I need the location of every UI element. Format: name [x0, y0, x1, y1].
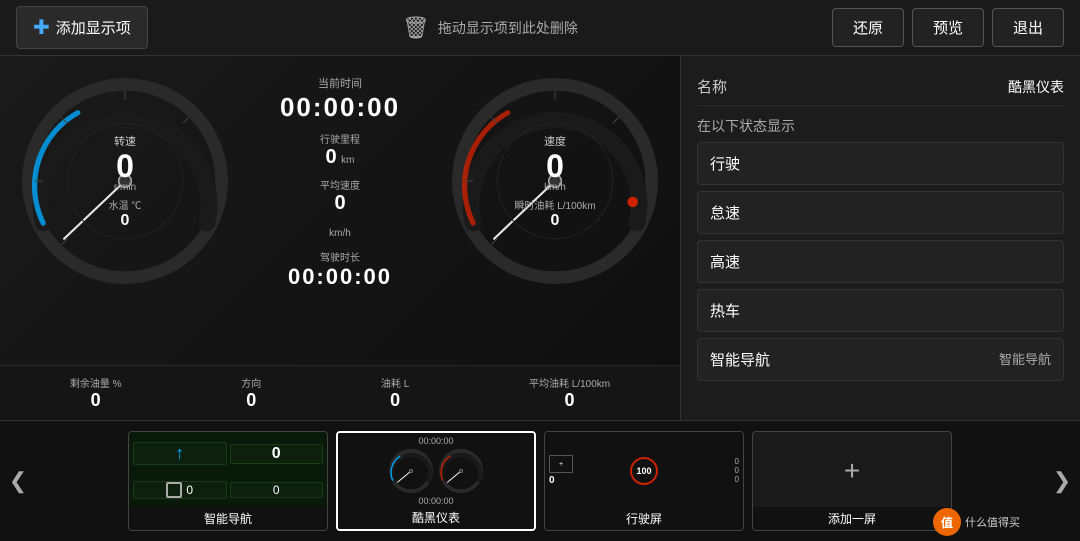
- water-temp-value: 0: [121, 212, 130, 229]
- mileage-value: 0: [326, 146, 337, 168]
- thumb-items: ↑ 0 0 0 智能导航 00:00:00: [36, 421, 1044, 540]
- add-screen-icon: +: [753, 432, 951, 510]
- top-buttons: 还原 预览 退出: [832, 8, 1064, 47]
- mileage-row: 行驶里程 0 km: [240, 131, 440, 169]
- mileage-unit: km: [341, 155, 354, 166]
- drive-time-label: 驾驶时长: [240, 249, 440, 264]
- avg-fuel-item: 平均油耗 L/100km 0: [529, 375, 610, 411]
- rpm-gauge: 转速 0 r/min 水温 ℃ 0: [20, 76, 230, 286]
- status-item-3[interactable]: 热车: [697, 289, 1064, 332]
- watermark-logo: 值: [933, 508, 961, 536]
- rpm-inner-text: 转速 0 r/min 水温 ℃ 0: [109, 132, 142, 230]
- delete-hint: 拖动显示项到此处删除: [438, 18, 578, 38]
- toolbar: ✚ 添加显示项 🗑 拖动显示项到此处删除 还原 预览 退出: [0, 0, 1080, 56]
- thumb-item-nav[interactable]: ↑ 0 0 0 智能导航: [128, 431, 328, 531]
- name-row: 名称 酷黑仪表: [697, 68, 1064, 106]
- avg-speed-value: 0: [334, 192, 345, 214]
- status-item-2[interactable]: 高速: [697, 240, 1064, 283]
- dashboard-panel: 当前时间 00:00:00 行驶里程 0 km 平均速度 0 km/h 驾驶时长: [0, 56, 680, 420]
- thumb-item-drive[interactable]: + 0 100 0 0 0 行驶屏: [544, 431, 744, 531]
- avg-fuel-label: 平均油耗 L/100km: [529, 375, 610, 390]
- thumb-label-drive: 行驶屏: [545, 507, 743, 530]
- show-states-label: 在以下状态显示: [697, 106, 1064, 142]
- drive-time-row: 驾驶时长 00:00:00: [240, 249, 440, 290]
- status-item-1[interactable]: 怠速: [697, 191, 1064, 234]
- delete-zone: 🗑 拖动显示项到此处删除: [402, 15, 578, 41]
- fuel-consume-label: 油耗 L: [381, 375, 409, 390]
- avg-speed-unit-row: km/h: [240, 223, 440, 241]
- avg-speed-label: 平均速度: [240, 177, 440, 192]
- speed-unit: km/h: [514, 182, 595, 193]
- add-display-item-button[interactable]: ✚ 添加显示项: [16, 6, 148, 49]
- preview-button[interactable]: 预览: [912, 8, 984, 47]
- trash-icon: 🗑: [402, 15, 430, 41]
- avg-speed-row: 平均速度 0: [240, 177, 440, 215]
- current-time-label: 当前时间: [318, 78, 362, 90]
- settings-name-label: 名称: [697, 76, 727, 97]
- thumbnails-bar: ❮ ↑ 0 0 0 智能导航 00:00:00: [0, 420, 1080, 540]
- fuel-consume-item: 油耗 L 0: [381, 375, 409, 411]
- rpm-value: 0: [109, 150, 142, 182]
- status-label: 怠速: [710, 202, 740, 223]
- status-label: 高速: [710, 251, 740, 272]
- settings-name-value: 酷黑仪表: [1008, 77, 1064, 97]
- direction-value: 0: [246, 390, 256, 410]
- rpm-unit: r/min: [109, 182, 142, 193]
- thumb-item-gauge[interactable]: 00:00:00: [336, 431, 536, 531]
- status-label: 热车: [710, 300, 740, 321]
- status-item-0[interactable]: 行驶: [697, 142, 1064, 185]
- settings-panel: 名称 酷黑仪表 在以下状态显示 行驶怠速高速热车智能导航 智能导航: [680, 56, 1080, 420]
- avg-fuel-value: 0: [565, 390, 575, 410]
- status-list: 行驶怠速高速热车智能导航 智能导航: [697, 142, 1064, 381]
- fuel-remain-label: 剩余油量 %: [70, 375, 122, 390]
- gauge-area: 当前时间 00:00:00 行驶里程 0 km 平均速度 0 km/h 驾驶时长: [0, 56, 680, 365]
- direction-item: 方向 0: [241, 375, 261, 411]
- watermark-text: 什么值得买: [965, 514, 1020, 530]
- status-value: 智能导航: [999, 349, 1051, 370]
- thumb-label-add: 添加一屏: [753, 507, 951, 530]
- rpm-label: 转速: [114, 136, 136, 148]
- center-info: 当前时间 00:00:00 行驶里程 0 km 平均速度 0 km/h 驾驶时长: [240, 66, 440, 290]
- exit-button[interactable]: 退出: [992, 8, 1064, 47]
- speed-value: 0: [514, 150, 595, 182]
- fuel-consume-value: 0: [390, 390, 400, 410]
- thumb-left-nav[interactable]: ❮: [0, 421, 36, 541]
- water-temp-label: 水温 ℃: [109, 197, 142, 212]
- fuel-remain-item: 剩余油量 % 0: [70, 375, 122, 411]
- instant-fuel-label: 瞬时油耗 L/100km: [514, 197, 595, 212]
- restore-button[interactable]: 还原: [832, 8, 904, 47]
- direction-label: 方向: [241, 375, 261, 390]
- speed-label: 速度: [544, 136, 566, 148]
- mileage-label: 行驶里程: [240, 131, 440, 146]
- thumb-label-gauge: 酷黑仪表: [338, 506, 534, 529]
- speed-gauge: 速度 0 km/h 瞬时油耗 L/100km 0: [450, 76, 660, 286]
- bottom-bar: 剩余油量 % 0 方向 0 油耗 L 0 平均油耗 L/100km 0: [0, 365, 680, 420]
- time-row: 当前时间 00:00:00: [240, 74, 440, 123]
- plus-icon: ✚: [33, 15, 50, 40]
- instant-fuel-value: 0: [551, 212, 560, 229]
- current-time-value: 00:00:00: [240, 92, 440, 123]
- watermark: 值 什么值得买: [933, 508, 1020, 536]
- drive-time-value: 00:00:00: [240, 264, 440, 290]
- status-label: 智能导航: [710, 349, 770, 370]
- fuel-remain-value: 0: [91, 390, 101, 410]
- status-item-4[interactable]: 智能导航 智能导航: [697, 338, 1064, 381]
- thumb-right-nav[interactable]: ❯: [1044, 421, 1080, 541]
- main-area: 当前时间 00:00:00 行驶里程 0 km 平均速度 0 km/h 驾驶时长: [0, 56, 1080, 420]
- status-label: 行驶: [710, 153, 740, 174]
- thumb-label-nav: 智能导航: [129, 507, 327, 530]
- thumb-item-add[interactable]: + 添加一屏: [752, 431, 952, 531]
- avg-speed-unit: km/h: [329, 228, 351, 239]
- add-label: 添加显示项: [56, 17, 131, 38]
- speed-inner-text: 速度 0 km/h 瞬时油耗 L/100km 0: [514, 132, 595, 230]
